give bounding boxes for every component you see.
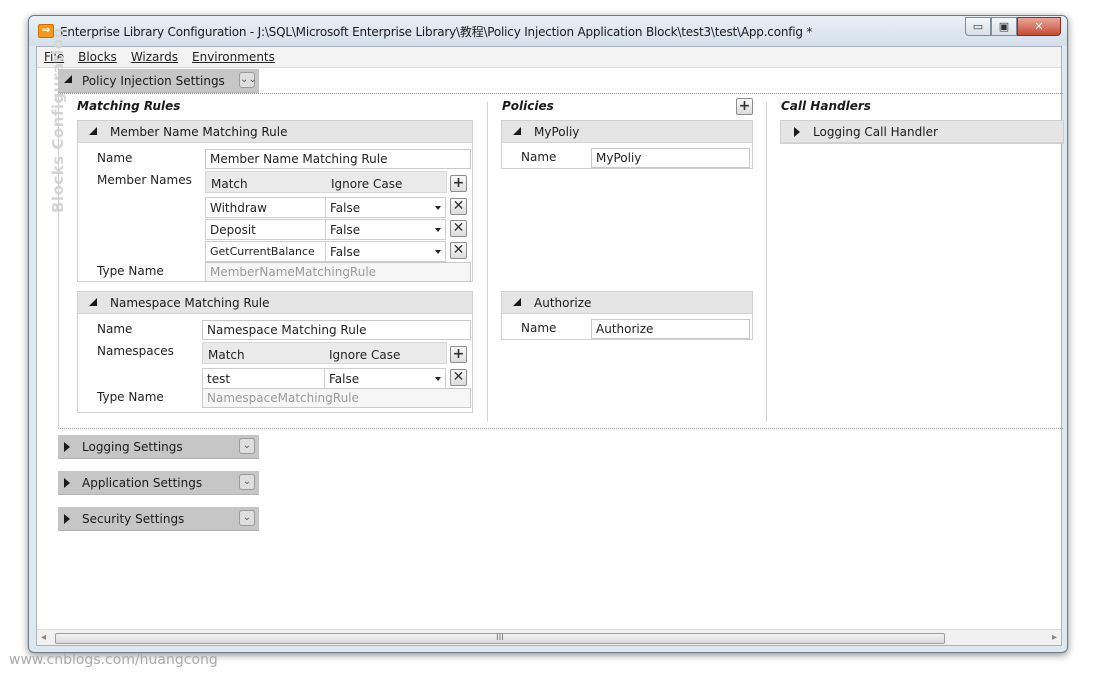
namespace-matching-rule-card: Namespace Matching Rule Name Namespace M…: [77, 291, 473, 413]
expand-chevron-icon[interactable]: ⌄: [239, 510, 255, 526]
namespaces-grid-header: Match Ignore Case: [202, 342, 447, 364]
expanded-arrow-icon: [89, 127, 97, 135]
card-header[interactable]: Authorize: [502, 292, 752, 314]
expanded-arrow-icon: [89, 298, 97, 306]
match-column-header: Match: [211, 177, 248, 191]
maximize-button[interactable]: ▣: [991, 17, 1017, 36]
delete-row-button[interactable]: ✕: [450, 242, 467, 259]
ignore-case-column-header: Ignore Case: [331, 177, 403, 191]
policy-injection-settings-header[interactable]: Policy Injection Settings ⌄⌄: [58, 69, 259, 93]
add-namespace-button[interactable]: +: [450, 346, 467, 363]
security-settings-header[interactable]: Security Settings ⌄: [58, 507, 259, 531]
dropdown-arrow-icon: [435, 250, 441, 254]
application-settings-header[interactable]: Application Settings ⌄: [58, 471, 259, 495]
window-title: Enterprise Library Configuration - J:\SQ…: [60, 25, 813, 39]
type-name-field: MemberNameMatchingRule: [205, 262, 471, 282]
match-cell[interactable]: Withdraw: [205, 197, 326, 218]
app-window: ⇒ Enterprise Library Configuration - J:\…: [28, 15, 1068, 653]
minimize-button[interactable]: ▭: [965, 17, 991, 36]
dropdown-arrow-icon: [435, 377, 441, 381]
name-field[interactable]: MyPoliy: [591, 148, 750, 168]
expanded-arrow-icon: [513, 298, 521, 306]
ignore-case-select[interactable]: False: [325, 219, 446, 240]
policy-card-mypoliy: MyPoliy Name MyPoliy: [501, 120, 753, 169]
watermark: www.cnblogs.com/huangcong: [9, 652, 218, 668]
card-header[interactable]: Member Name Matching Rule: [78, 121, 472, 143]
close-button[interactable]: ✕: [1017, 17, 1061, 36]
policy-injection-panel: Matching Rules Policies Call Handlers + …: [58, 93, 1064, 429]
type-name-label: Type Name: [97, 390, 164, 404]
policy-card-authorize: Authorize Name Authorize: [501, 291, 753, 340]
name-field[interactable]: Namespace Matching Rule: [202, 320, 471, 340]
title-bar[interactable]: ⇒ Enterprise Library Configuration - J:\…: [29, 16, 1067, 46]
member-name-matching-rule-card: Member Name Matching Rule Name Member Na…: [77, 120, 473, 282]
member-names-grid-header: Match Ignore Case: [205, 171, 447, 193]
table-row: GetCurrentBalance False ✕: [205, 241, 475, 262]
match-cell[interactable]: GetCurrentBalance: [205, 241, 326, 262]
name-field[interactable]: Member Name Matching Rule: [205, 149, 471, 169]
collapsed-arrow-icon: [64, 478, 70, 488]
card-header[interactable]: Logging Call Handler: [781, 121, 1063, 143]
client-area: File Blocks Wizards Environments Blocks …: [36, 27, 1064, 646]
window-controls: ▭ ▣ ✕: [965, 17, 1061, 37]
match-cell[interactable]: Deposit: [205, 219, 326, 240]
match-cell[interactable]: test: [202, 368, 325, 389]
ignore-case-select[interactable]: False: [325, 241, 446, 262]
collapsed-arrow-icon: [794, 127, 800, 137]
table-row: test False ✕: [202, 368, 475, 389]
expand-chevron-icon[interactable]: ⌄: [239, 474, 255, 490]
delete-row-button[interactable]: ✕: [450, 220, 467, 237]
scrollbar-grip-icon: III: [496, 633, 504, 643]
type-name-field: NamespaceMatchingRule: [202, 388, 471, 408]
policies-title: Policies: [502, 99, 554, 113]
card-header[interactable]: MyPoliy: [502, 121, 752, 143]
namespaces-label: Namespaces: [97, 344, 174, 358]
logging-settings-header[interactable]: Logging Settings ⌄: [58, 435, 259, 459]
expand-chevron-icon[interactable]: ⌄: [239, 438, 255, 454]
horizontal-scrollbar[interactable]: ◂ III ▸: [37, 629, 1061, 645]
menu-bar: File Blocks Wizards Environments: [37, 47, 1061, 68]
collapsed-arrow-icon: [64, 442, 70, 452]
menu-wizards[interactable]: Wizards: [130, 47, 185, 67]
call-handlers-title: Call Handlers: [781, 99, 871, 113]
type-name-label: Type Name: [97, 264, 164, 278]
name-field[interactable]: Authorize: [591, 319, 750, 339]
expanded-arrow-icon: [513, 127, 521, 135]
matching-rules-title: Matching Rules: [77, 99, 181, 113]
scroll-left-icon[interactable]: ◂: [41, 632, 46, 643]
scrollbar-thumb[interactable]: III: [55, 633, 945, 644]
dropdown-arrow-icon: [435, 228, 441, 232]
blocks-configuration-label: Blocks Configuration: [49, 27, 67, 213]
ignore-case-column-header: Ignore Case: [329, 348, 401, 362]
delete-row-button[interactable]: ✕: [450, 369, 467, 386]
collapsed-arrow-icon: [64, 514, 70, 524]
name-label: Name: [97, 322, 133, 336]
expanded-arrow-icon: [64, 75, 72, 83]
ignore-case-select[interactable]: False: [324, 368, 446, 389]
add-member-name-button[interactable]: +: [450, 175, 467, 192]
menu-blocks[interactable]: Blocks: [77, 47, 124, 67]
delete-row-button[interactable]: ✕: [450, 198, 467, 215]
add-policy-button[interactable]: +: [736, 98, 753, 115]
collapse-chevron-icon[interactable]: ⌄⌄: [239, 72, 257, 88]
member-names-label: Member Names: [97, 173, 192, 187]
match-column-header: Match: [208, 348, 245, 362]
name-label: Name: [521, 150, 557, 164]
table-row: Withdraw False ✕: [205, 197, 475, 218]
table-row: Deposit False ✕: [205, 219, 475, 240]
column-divider: [766, 102, 767, 422]
card-header[interactable]: Namespace Matching Rule: [78, 292, 472, 314]
ignore-case-select[interactable]: False: [325, 197, 446, 218]
call-handler-card-logging: Logging Call Handler: [780, 120, 1064, 144]
menu-environments[interactable]: Environments: [191, 47, 282, 67]
name-label: Name: [521, 321, 557, 335]
dropdown-arrow-icon: [435, 206, 441, 210]
scroll-right-icon[interactable]: ▸: [1052, 632, 1057, 643]
name-label: Name: [97, 151, 133, 165]
column-divider: [487, 102, 488, 422]
